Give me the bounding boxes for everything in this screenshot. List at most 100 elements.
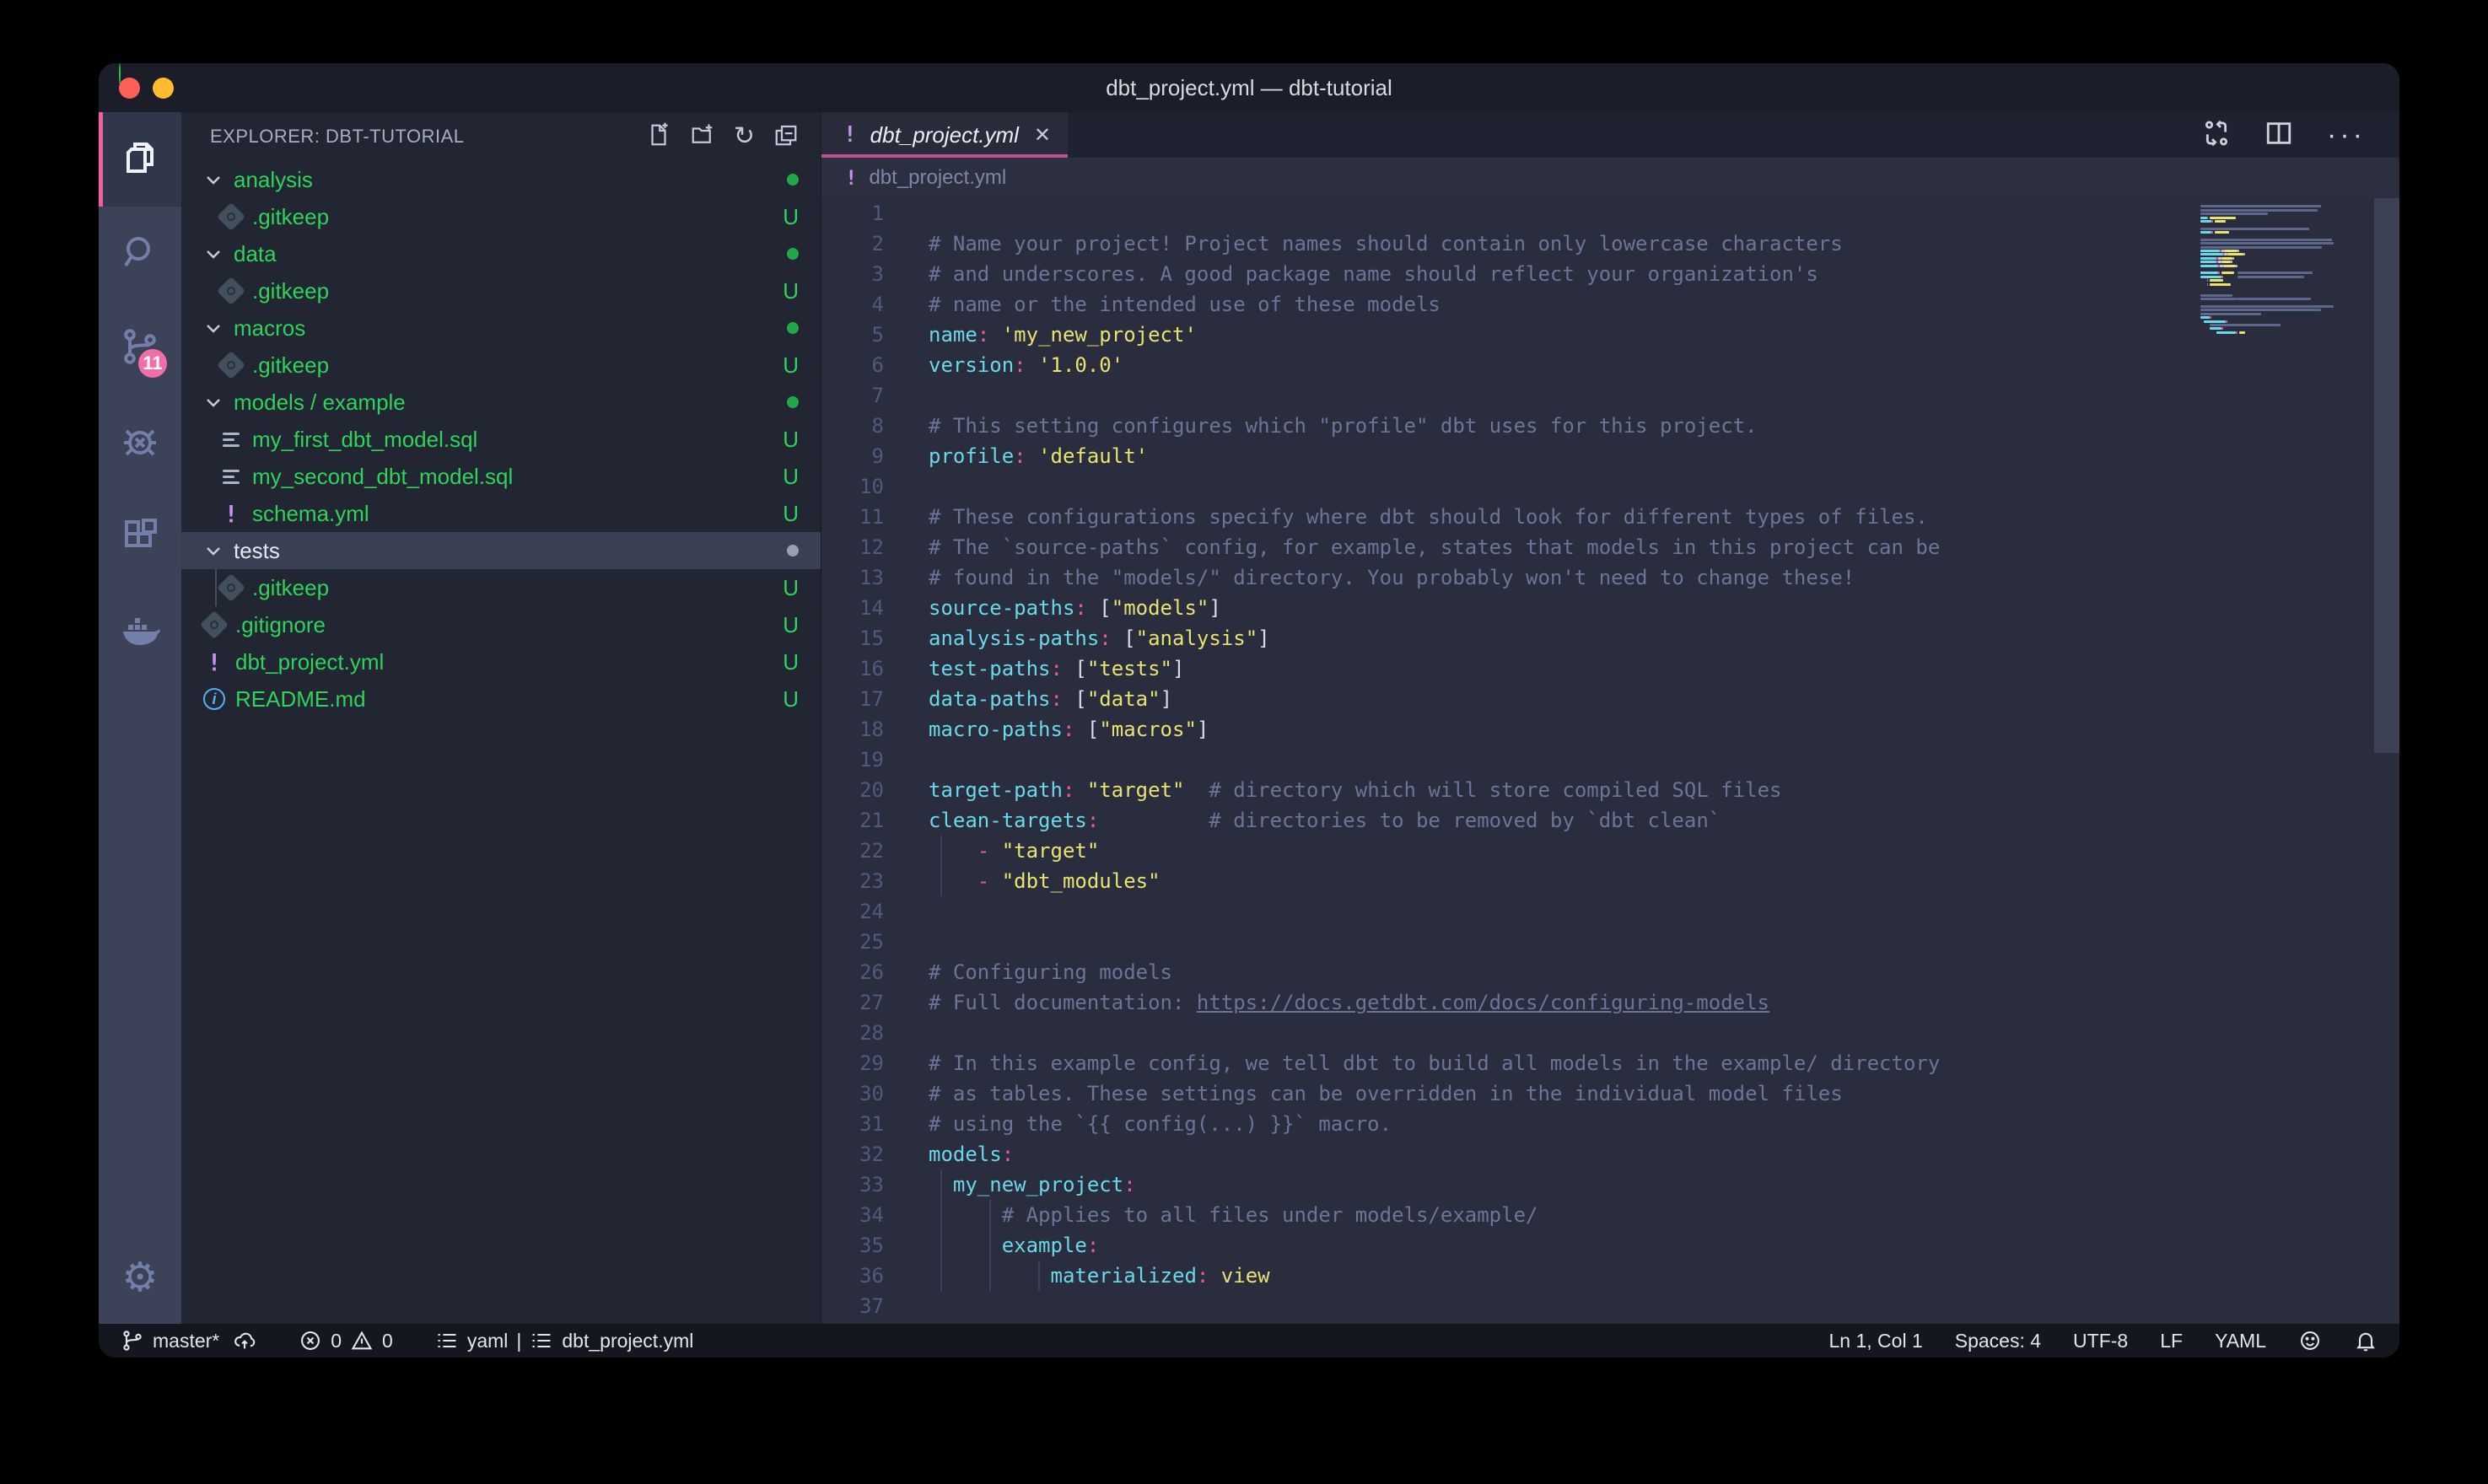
git-status-badge: U bbox=[783, 278, 799, 304]
docker-whale-icon bbox=[120, 610, 160, 654]
tree-file--gitkeep[interactable]: .gitkeepU bbox=[181, 347, 821, 384]
extensions-icon bbox=[120, 515, 160, 560]
code-line-37: 37 bbox=[821, 1291, 2399, 1321]
mode-label: yaml bbox=[467, 1330, 509, 1352]
line-number: 1 bbox=[821, 202, 884, 225]
code-line-9: 9profile: 'default' bbox=[821, 441, 2399, 471]
code-line-35: 35 example: bbox=[821, 1230, 2399, 1261]
line-number: 22 bbox=[821, 839, 884, 863]
code-line-20: 20target-path: "target" # directory whic… bbox=[821, 775, 2399, 805]
breadcrumb[interactable]: ! dbt_project.yml bbox=[821, 158, 2399, 198]
code-line-11: 11# These configurations specify where d… bbox=[821, 502, 2399, 532]
tree-file-schema-yml[interactable]: !schema.ymlU bbox=[181, 495, 821, 532]
line-number: 5 bbox=[821, 323, 884, 347]
line-number: 8 bbox=[821, 414, 884, 438]
code-line-30: 30# as tables. These settings can be ove… bbox=[821, 1078, 2399, 1109]
code-line-12: 12# The `source-paths` config, for examp… bbox=[821, 532, 2399, 562]
line-number: 10 bbox=[821, 475, 884, 498]
new-file-icon[interactable] bbox=[646, 122, 671, 152]
line-number: 13 bbox=[821, 566, 884, 589]
tree-file--gitkeep[interactable]: .gitkeepU bbox=[181, 198, 821, 235]
line-number: 21 bbox=[821, 809, 884, 832]
close-window-button[interactable] bbox=[119, 78, 140, 99]
git-status-badge: U bbox=[783, 501, 799, 527]
scm-changes-badge: 11 bbox=[136, 347, 170, 380]
tree-folder-data[interactable]: data bbox=[181, 235, 821, 272]
line-number: 17 bbox=[821, 687, 884, 711]
tree-folder-tests[interactable]: tests bbox=[181, 532, 821, 569]
code-line-17: 17data-paths: ["data"] bbox=[821, 684, 2399, 714]
editor-mode-status[interactable]: yaml | dbt_project.yml bbox=[435, 1329, 694, 1352]
docker-tab-icon[interactable] bbox=[99, 584, 181, 679]
sync-changes-button[interactable] bbox=[233, 1329, 256, 1352]
tree-folder-models-example[interactable]: models / example bbox=[181, 384, 821, 421]
collapse-folders-icon[interactable] bbox=[773, 122, 799, 152]
git-status-badge: U bbox=[783, 204, 799, 230]
tree-folder-macros[interactable]: macros bbox=[181, 309, 821, 347]
editor-scrollbar[interactable] bbox=[2374, 198, 2399, 753]
line-number: 15 bbox=[821, 626, 884, 650]
tree-file--gitignore[interactable]: .gitignoreU bbox=[181, 606, 821, 643]
zoom-window-button[interactable] bbox=[119, 63, 121, 84]
search-tab-icon[interactable] bbox=[99, 207, 181, 301]
eol-status[interactable]: LF bbox=[2160, 1330, 2183, 1352]
line-number: 18 bbox=[821, 718, 884, 741]
minimap[interactable] bbox=[2189, 202, 2371, 338]
tree-file--gitkeep[interactable]: .gitkeepU bbox=[181, 272, 821, 309]
git-status-badge: U bbox=[783, 427, 799, 453]
line-number: 26 bbox=[821, 960, 884, 984]
yaml-file-icon: ! bbox=[845, 166, 857, 190]
chevron-down-icon bbox=[203, 318, 223, 338]
line-number: 4 bbox=[821, 293, 884, 316]
code-line-13: 13# found in the "models/" directory. Yo… bbox=[821, 562, 2399, 593]
errors-count: 0 bbox=[331, 1330, 342, 1352]
more-actions-icon[interactable]: ··· bbox=[2327, 126, 2366, 143]
file-tree: analysis.gitkeepUdata.gitkeepUmacros.git… bbox=[181, 161, 821, 1324]
tree-file-my-first-dbt-model-sql[interactable]: my_first_dbt_model.sqlU bbox=[181, 421, 821, 458]
line-number: 16 bbox=[821, 657, 884, 680]
git-file-icon bbox=[217, 351, 245, 379]
line-number: 3 bbox=[821, 262, 884, 286]
open-changes-icon[interactable] bbox=[2202, 119, 2231, 152]
encoding-status[interactable]: UTF-8 bbox=[2073, 1330, 2128, 1352]
code-line-21: 21clean-targets: # directories to be rem… bbox=[821, 805, 2399, 836]
code-line-32: 32models: bbox=[821, 1139, 2399, 1169]
git-status-badge: U bbox=[783, 686, 799, 712]
code-line-34: 34 # Applies to all files under models/e… bbox=[821, 1200, 2399, 1230]
sql-file-icon bbox=[223, 433, 240, 447]
extensions-tab-icon[interactable] bbox=[99, 490, 181, 584]
search-icon bbox=[120, 232, 160, 277]
feedback-smiley-icon[interactable] bbox=[2298, 1329, 2322, 1352]
tree-file-my-second-dbt-model-sql[interactable]: my_second_dbt_model.sqlU bbox=[181, 458, 821, 495]
code-editor[interactable]: 12# Name your project! Project names sho… bbox=[821, 198, 2399, 1324]
line-number: 7 bbox=[821, 384, 884, 407]
problems-status[interactable]: 0 0 bbox=[299, 1329, 393, 1352]
notifications-bell-icon[interactable] bbox=[2354, 1329, 2378, 1352]
minimize-window-button[interactable] bbox=[153, 78, 174, 99]
line-number: 25 bbox=[821, 930, 884, 954]
status-separator: | bbox=[516, 1330, 521, 1352]
cursor-position[interactable]: Ln 1, Col 1 bbox=[1829, 1330, 1923, 1352]
indentation-status[interactable]: Spaces: 4 bbox=[1955, 1330, 2041, 1352]
tab-dbt-project-yml[interactable]: ! dbt_project.yml ✕ bbox=[821, 112, 1068, 158]
cloud-upload-icon bbox=[233, 1329, 256, 1352]
code-line-10: 10 bbox=[821, 471, 2399, 502]
refresh-icon[interactable]: ↻ bbox=[734, 124, 755, 149]
source-control-tab-icon[interactable]: 11 bbox=[99, 301, 181, 395]
tree-folder-analysis[interactable]: analysis bbox=[181, 161, 821, 198]
tree-file-readme-md[interactable]: iREADME.mdU bbox=[181, 680, 821, 718]
split-editor-icon[interactable] bbox=[2265, 119, 2293, 152]
tree-file-dbt-project-yml[interactable]: !dbt_project.ymlU bbox=[181, 643, 821, 680]
git-branch-status[interactable]: master* bbox=[121, 1329, 219, 1352]
debug-tab-icon[interactable] bbox=[99, 395, 181, 490]
code-line-6: 6version: '1.0.0' bbox=[821, 350, 2399, 380]
tree-file--gitkeep[interactable]: .gitkeepU bbox=[181, 569, 821, 606]
close-tab-icon[interactable]: ✕ bbox=[1034, 123, 1051, 148]
explorer-tab-icon[interactable] bbox=[99, 112, 181, 207]
new-folder-icon[interactable] bbox=[690, 122, 715, 152]
editor-group: ! dbt_project.yml ✕ ··· ! dbt_project.ym… bbox=[821, 112, 2399, 1324]
manage-gear-icon[interactable]: ⚙ bbox=[99, 1231, 181, 1324]
language-mode[interactable]: YAML bbox=[2215, 1330, 2266, 1352]
line-number: 29 bbox=[821, 1051, 884, 1075]
code-line-22: 22 - "target" bbox=[821, 836, 2399, 866]
